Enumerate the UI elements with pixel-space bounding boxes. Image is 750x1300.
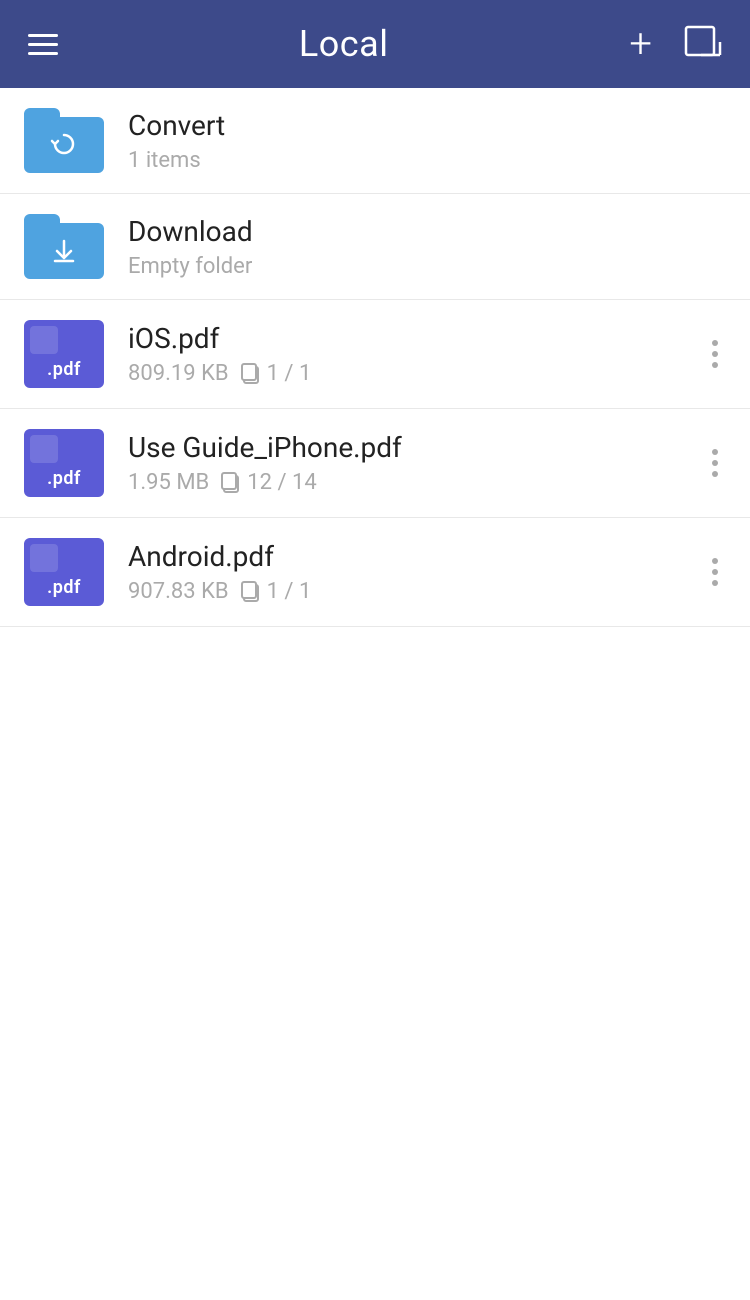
pdf-icon: .pdf — [24, 538, 104, 606]
file-meta: Empty folder — [128, 254, 726, 279]
file-name: Download — [128, 215, 726, 248]
pages-info: 12 / 14 — [221, 470, 316, 495]
file-info: Download Empty folder — [128, 215, 726, 279]
folder-icon — [24, 108, 104, 173]
pages-info: 1 / 1 — [241, 361, 312, 386]
app-header: Local + — [0, 0, 750, 88]
pages-icon — [241, 581, 261, 603]
more-options-button[interactable] — [704, 439, 726, 487]
list-item[interactable]: .pdf Use Guide_iPhone.pdf 1.95 MB 12 / 1… — [0, 409, 750, 518]
list-item[interactable]: Convert 1 items — [0, 88, 750, 194]
pdf-label: .pdf — [47, 468, 81, 489]
pages-info: 1 / 1 — [241, 579, 312, 604]
pdf-icon: .pdf — [24, 320, 104, 388]
list-item[interactable]: .pdf iOS.pdf 809.19 KB 1 / 1 — [0, 300, 750, 409]
add-button[interactable]: + — [629, 24, 652, 64]
file-info: iOS.pdf 809.19 KB 1 / 1 — [128, 322, 704, 386]
edit-button[interactable] — [684, 25, 722, 63]
header-actions: + — [629, 24, 722, 64]
menu-icon[interactable] — [28, 34, 58, 55]
pdf-label: .pdf — [47, 359, 81, 380]
file-meta: 907.83 KB 1 / 1 — [128, 579, 704, 604]
file-list: Convert 1 items Download Em — [0, 88, 750, 627]
list-item[interactable]: Download Empty folder — [0, 194, 750, 300]
pdf-label: .pdf — [47, 577, 81, 598]
pages-icon — [221, 472, 241, 494]
pages-icon — [241, 363, 261, 385]
file-name: iOS.pdf — [128, 322, 704, 355]
file-name: Convert — [128, 109, 726, 142]
more-options-button[interactable] — [704, 548, 726, 596]
file-info: Android.pdf 907.83 KB 1 / 1 — [128, 540, 704, 604]
file-info: Convert 1 items — [128, 109, 726, 173]
pdf-icon: .pdf — [24, 429, 104, 497]
file-meta: 809.19 KB 1 / 1 — [128, 361, 704, 386]
file-meta: 1.95 MB 12 / 14 — [128, 470, 704, 495]
file-name: Use Guide_iPhone.pdf — [128, 431, 704, 464]
file-name: Android.pdf — [128, 540, 704, 573]
page-title: Local — [299, 23, 389, 65]
list-item[interactable]: .pdf Android.pdf 907.83 KB 1 / 1 — [0, 518, 750, 627]
file-meta: 1 items — [128, 148, 726, 173]
more-options-button[interactable] — [704, 330, 726, 378]
file-info: Use Guide_iPhone.pdf 1.95 MB 12 / 14 — [128, 431, 704, 495]
folder-icon — [24, 214, 104, 279]
